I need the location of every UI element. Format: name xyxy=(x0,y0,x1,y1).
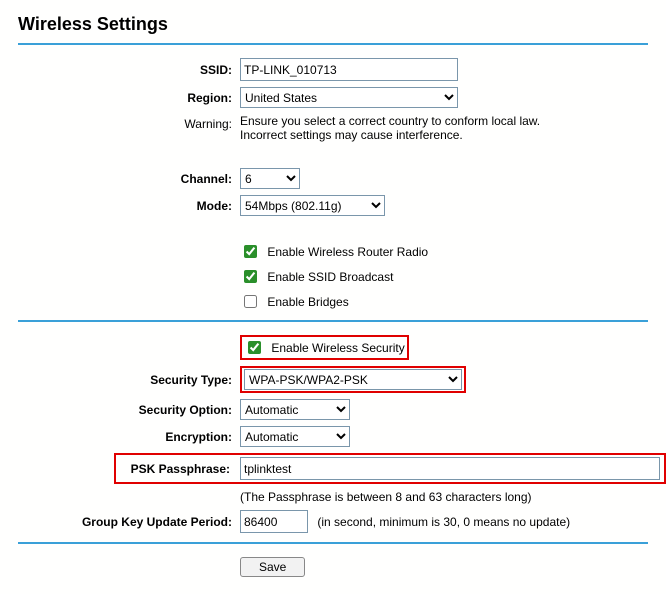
security-type-highlight: WPA-PSK/WPA2-PSK xyxy=(240,366,466,393)
label-security-option: Security Option: xyxy=(18,396,236,423)
divider-mid xyxy=(18,320,648,322)
label-mode: Mode: xyxy=(18,192,236,219)
enable-radio-label: Enable Wireless Router Radio xyxy=(267,245,428,259)
label-psk-passphrase: PSK Passphrase: xyxy=(120,462,240,476)
security-type-select[interactable]: WPA-PSK/WPA2-PSK xyxy=(244,369,462,390)
psk-passphrase-highlight: PSK Passphrase: xyxy=(114,453,666,484)
label-warning: Warning: xyxy=(18,111,236,145)
label-channel: Channel: xyxy=(18,165,236,192)
enable-bridges-checkbox[interactable] xyxy=(244,295,257,308)
label-group-key-update: Group Key Update Period: xyxy=(18,507,236,536)
group-key-note: (in second, minimum is 30, 0 means no up… xyxy=(317,515,570,529)
actions: Save xyxy=(18,554,648,580)
enable-bridges-label: Enable Bridges xyxy=(267,295,348,309)
save-button[interactable]: Save xyxy=(240,557,305,577)
enable-radio-checkbox[interactable] xyxy=(244,245,257,258)
passphrase-note: (The Passphrase is between 8 and 63 char… xyxy=(240,490,532,504)
divider-bottom xyxy=(18,542,648,544)
enable-ssid-broadcast-checkbox[interactable] xyxy=(244,270,257,283)
channel-select[interactable]: 6 xyxy=(240,168,300,189)
enable-security-label: Enable Wireless Security xyxy=(271,341,404,355)
enable-security-highlight: Enable Wireless Security xyxy=(240,335,409,360)
settings-form-security: Enable Wireless Security Security Type: … xyxy=(18,332,666,536)
label-security-type: Security Type: xyxy=(18,363,236,396)
label-region: Region: xyxy=(18,84,236,111)
enable-security-checkbox[interactable] xyxy=(248,341,261,354)
group-key-update-input[interactable] xyxy=(240,510,308,533)
mode-select[interactable]: 54Mbps (802.11g) xyxy=(240,195,385,216)
label-ssid: SSID: xyxy=(18,55,236,84)
warning-text: Ensure you select a correct country to c… xyxy=(240,114,580,142)
label-encryption: Encryption: xyxy=(18,423,236,450)
encryption-select[interactable]: Automatic xyxy=(240,426,350,447)
settings-form-top: SSID: Region: United States Warning: Ens… xyxy=(18,55,648,314)
psk-passphrase-input[interactable] xyxy=(240,457,660,480)
divider-top xyxy=(18,43,648,45)
security-option-select[interactable]: Automatic xyxy=(240,399,350,420)
page-title: Wireless Settings xyxy=(18,14,648,35)
ssid-input[interactable] xyxy=(240,58,458,81)
enable-ssid-broadcast-label: Enable SSID Broadcast xyxy=(267,270,393,284)
region-select[interactable]: United States xyxy=(240,87,458,108)
